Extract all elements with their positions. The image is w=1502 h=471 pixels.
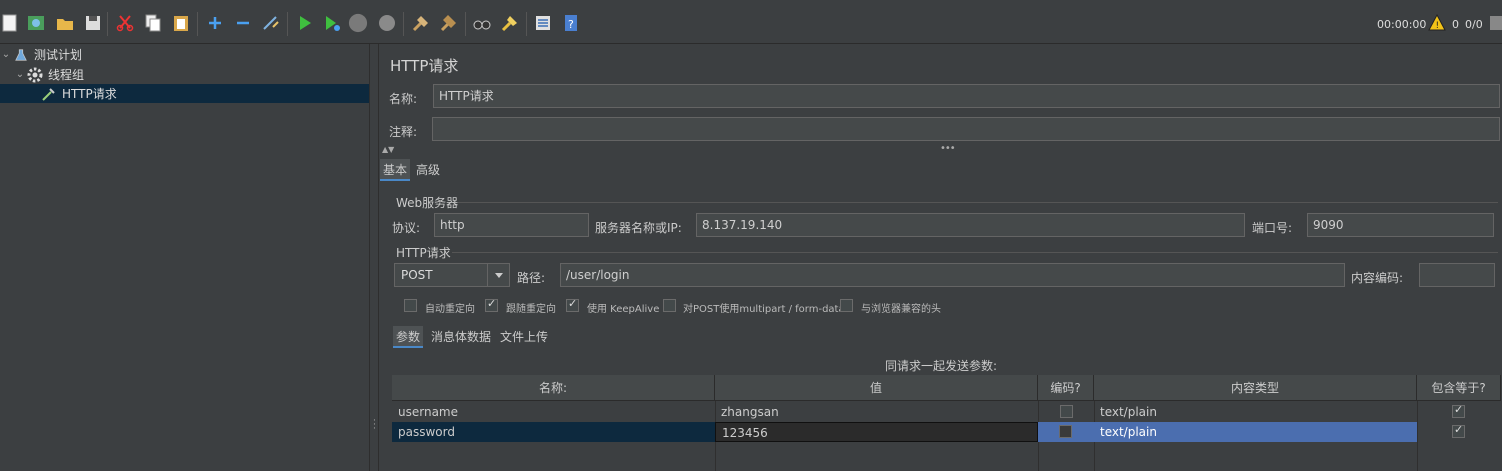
param-value-cell[interactable]: 123456 bbox=[715, 422, 1038, 442]
tree-item-test-plan[interactable]: ⌄ 测试计划 bbox=[0, 45, 369, 64]
cut-icon[interactable] bbox=[115, 13, 135, 33]
function-helper-icon[interactable] bbox=[533, 13, 553, 33]
protocol-field[interactable]: http bbox=[434, 213, 589, 237]
status-indicator-icon bbox=[1488, 13, 1502, 33]
path-label: 路径: bbox=[517, 271, 546, 285]
shutdown-icon[interactable] bbox=[377, 13, 397, 33]
server-field[interactable]: 8.137.19.140 bbox=[696, 213, 1245, 237]
follow-redirect-checkbox[interactable] bbox=[485, 297, 498, 312]
param-encode-cell bbox=[1038, 422, 1094, 442]
name-field[interactable]: HTTP请求 bbox=[433, 84, 1500, 108]
parameters-table: 名称: 值 编码? 内容类型 包含等于? username zhangsan t… bbox=[392, 375, 1501, 471]
chevron-down-icon[interactable] bbox=[487, 264, 509, 286]
keepalive-label: 使用 KeepAlive bbox=[587, 304, 660, 315]
param-include-equals-checkbox[interactable] bbox=[1452, 403, 1465, 418]
paste-icon[interactable] bbox=[171, 13, 191, 33]
name-label: 名称: bbox=[389, 92, 418, 106]
param-content-type-cell[interactable]: text/plain bbox=[1094, 402, 1417, 422]
expand-arrow-icon[interactable]: ⌄ bbox=[0, 49, 12, 60]
gear-icon bbox=[26, 66, 44, 84]
protocol-label: 协议: bbox=[392, 221, 421, 235]
new-icon[interactable] bbox=[0, 13, 20, 33]
keepalive-checkbox[interactable] bbox=[566, 297, 579, 312]
method-value: POST bbox=[401, 268, 433, 282]
tab-file-upload[interactable]: 文件上传 bbox=[497, 326, 551, 348]
column-header-name[interactable]: 名称: bbox=[392, 375, 715, 401]
pipette-icon bbox=[40, 85, 58, 103]
page-title: HTTP请求 bbox=[390, 57, 459, 75]
warning-count: 0 bbox=[1452, 18, 1459, 31]
port-field[interactable]: 9090 bbox=[1307, 213, 1494, 237]
column-header-encode[interactable]: 编码? bbox=[1038, 375, 1094, 401]
clear-all-icon[interactable] bbox=[439, 13, 459, 33]
help-icon[interactable]: ? bbox=[561, 13, 581, 33]
search-icon[interactable] bbox=[472, 13, 492, 33]
auto-redirect-checkbox[interactable] bbox=[404, 299, 417, 312]
http-request-group-title: HTTP请求 bbox=[396, 246, 451, 260]
start-icon[interactable] bbox=[295, 13, 315, 33]
server-label: 服务器名称或IP: bbox=[595, 221, 682, 235]
column-header-value[interactable]: 值 bbox=[715, 375, 1038, 401]
follow-redirect-label: 跟随重定向 bbox=[506, 304, 556, 315]
tab-body-data[interactable]: 消息体数据 bbox=[428, 326, 494, 348]
start-no-pause-icon[interactable] bbox=[322, 13, 342, 33]
elapsed-timer: 00:00:00 bbox=[1377, 18, 1427, 31]
encoding-label: 内容编码: bbox=[1351, 271, 1404, 285]
param-name-cell[interactable]: password bbox=[392, 422, 715, 442]
browser-headers-checkbox[interactable] bbox=[840, 299, 853, 312]
comment-label: 注释: bbox=[389, 125, 418, 139]
divider-grip-icon[interactable]: ••• bbox=[940, 143, 956, 154]
param-content-type-cell[interactable]: text/plain bbox=[1094, 422, 1417, 442]
tree-item-http-request[interactable]: HTTP请求 bbox=[0, 84, 369, 103]
web-server-group-title: Web服务器 bbox=[396, 196, 459, 210]
flask-icon bbox=[12, 46, 30, 64]
clear-icon[interactable] bbox=[411, 13, 431, 33]
tree-item-thread-group[interactable]: ⌄ 线程组 bbox=[0, 65, 369, 84]
tree-item-label: 线程组 bbox=[48, 68, 85, 82]
param-name-cell[interactable]: username bbox=[392, 402, 715, 422]
tab-parameters[interactable]: 参数 bbox=[393, 326, 424, 348]
expand-icon[interactable] bbox=[205, 13, 225, 33]
panel-splitter[interactable]: · · · bbox=[369, 44, 379, 471]
param-encode-checkbox[interactable] bbox=[1059, 425, 1072, 438]
tree-item-label: HTTP请求 bbox=[62, 87, 117, 101]
svg-text:?: ? bbox=[568, 18, 574, 31]
thread-count: 0/0 bbox=[1465, 18, 1483, 31]
param-value-cell[interactable]: zhangsan bbox=[715, 402, 1038, 422]
reset-search-icon[interactable] bbox=[500, 13, 520, 33]
test-plan-tree: ⌄ 测试计划 ⌄ 线程组 HTTP请求 bbox=[0, 44, 369, 471]
http-request-panel: HTTP请求 名称: HTTP请求 注释: ▲▼ ••• 基本 高级 Web服务… bbox=[380, 44, 1502, 471]
tree-item-label: 测试计划 bbox=[34, 48, 83, 62]
method-select[interactable]: POST bbox=[394, 263, 510, 287]
copy-icon[interactable] bbox=[143, 13, 163, 33]
browser-headers-label: 与浏览器兼容的头 bbox=[861, 304, 941, 315]
comment-field[interactable] bbox=[432, 117, 1500, 141]
collapse-icon[interactable] bbox=[233, 13, 253, 33]
params-title: 同请求一起发送参数: bbox=[885, 359, 998, 373]
warning-icon[interactable]: ! bbox=[1427, 13, 1447, 33]
column-header-include-equals[interactable]: 包含等于? bbox=[1417, 375, 1501, 401]
tab-advanced[interactable]: 高级 bbox=[413, 159, 443, 181]
path-field[interactable]: /user/login bbox=[560, 263, 1345, 287]
splitter-grip-icon[interactable]: · · · bbox=[373, 417, 376, 434]
encoding-field[interactable] bbox=[1419, 263, 1495, 287]
toggle-icon[interactable] bbox=[261, 13, 281, 33]
port-label: 端口号: bbox=[1252, 221, 1293, 235]
column-header-content-type[interactable]: 内容类型 bbox=[1094, 375, 1417, 401]
svg-text:!: ! bbox=[1436, 21, 1440, 31]
param-include-equals-checkbox[interactable] bbox=[1452, 423, 1465, 438]
stop-icon[interactable] bbox=[348, 13, 368, 33]
param-encode-checkbox[interactable] bbox=[1060, 405, 1073, 418]
tab-basic[interactable]: 基本 bbox=[380, 159, 411, 181]
save-icon[interactable] bbox=[83, 13, 103, 33]
multipart-label: 对POST使用multipart / form-data bbox=[683, 304, 845, 315]
multipart-checkbox[interactable] bbox=[663, 299, 676, 312]
auto-redirect-label: 自动重定向 bbox=[425, 304, 475, 315]
collapse-arrows-icon[interactable]: ▲▼ bbox=[382, 145, 394, 154]
toolbar: ? 00:00:00 ! 0 0/0 bbox=[0, 0, 1502, 44]
open-icon[interactable] bbox=[55, 13, 75, 33]
templates-icon[interactable] bbox=[26, 13, 46, 33]
expand-arrow-icon[interactable]: ⌄ bbox=[14, 69, 26, 80]
